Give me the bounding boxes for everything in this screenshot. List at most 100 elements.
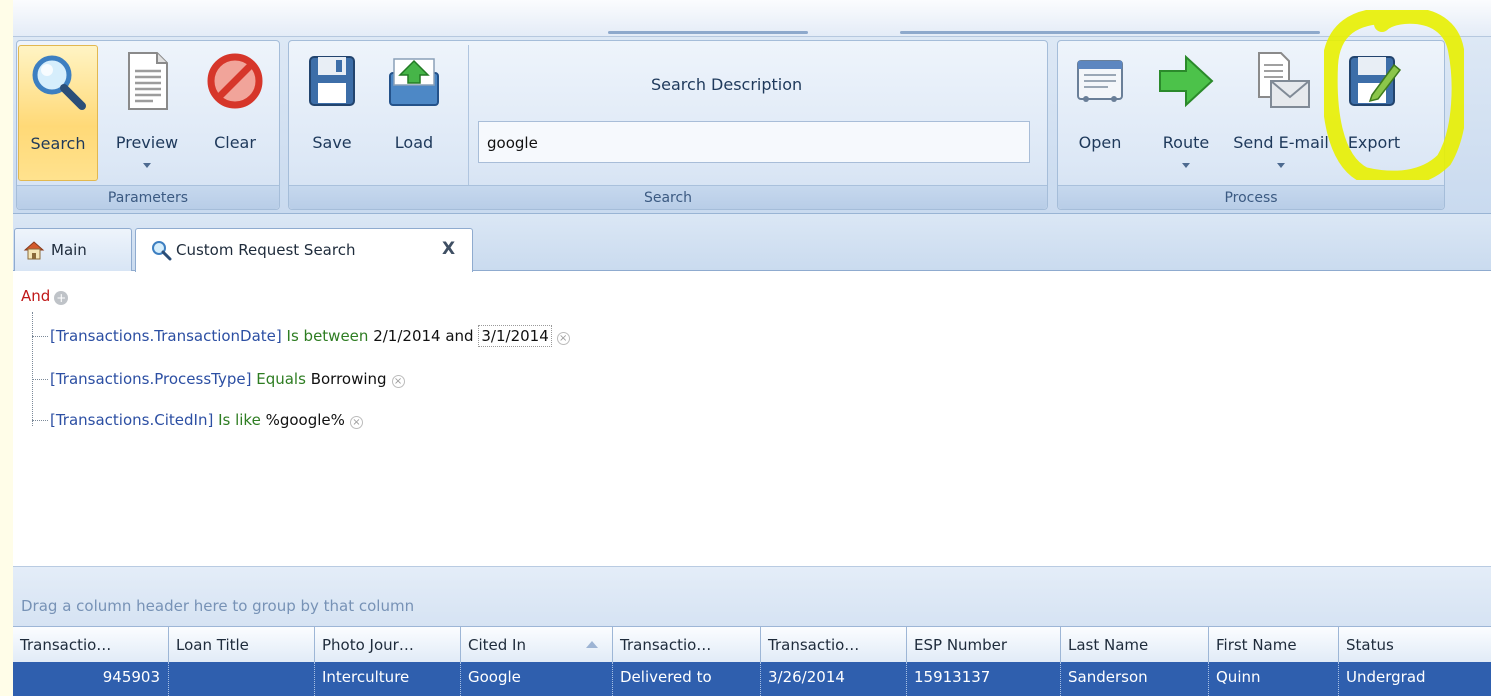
clear-button-label: Clear [214, 133, 256, 152]
filter-condition: [Transactions.ProcessType] Equals Borrow… [32, 370, 405, 388]
open-record-icon [1077, 60, 1123, 102]
search-button[interactable]: Search [18, 45, 98, 181]
column-header[interactable]: Transactio… [761, 627, 907, 662]
load-button-label: Load [394, 133, 434, 152]
send-email-button[interactable]: Send E-mail [1230, 45, 1332, 181]
condition-operator[interactable]: Equals [256, 370, 306, 388]
condition-value[interactable]: Borrowing [311, 370, 387, 388]
parameters-group-label: Parameters [17, 185, 279, 209]
group-by-hint: Drag a column header here to group by th… [21, 597, 415, 615]
column-header[interactable]: Transactio… [13, 627, 169, 662]
search-icon [152, 241, 172, 261]
search-description-input[interactable]: google [478, 121, 1030, 163]
export-button-label: Export [1347, 133, 1401, 152]
table-cell[interactable]: Interculture [315, 662, 461, 696]
load-button[interactable]: Load [379, 45, 449, 181]
title-strip-highlight [608, 31, 808, 34]
floppy-disk-icon [309, 56, 355, 106]
group-separator [468, 45, 469, 185]
table-cell[interactable]: Undergrad [1339, 662, 1491, 696]
process-group-label: Process [1058, 185, 1444, 209]
route-button-label: Route [1162, 133, 1210, 152]
filter-group-operator[interactable]: And + [21, 287, 69, 305]
condition-field[interactable]: [Transactions.TransactionDate] [50, 327, 282, 345]
preview-dropdown-arrow-icon[interactable] [143, 163, 151, 168]
search-group: Save Load Search Description google Sear… [288, 40, 1048, 210]
envelope-icon [1258, 52, 1310, 108]
column-header[interactable]: Photo Jour… [315, 627, 461, 662]
search-description-label: Search Description [651, 75, 803, 94]
remove-condition-icon[interactable]: × [556, 332, 570, 345]
table-cell[interactable]: 3/26/2014 [761, 662, 907, 696]
table-cell[interactable]: 15913137 [907, 662, 1061, 696]
filter-condition: [Transactions.TransactionDate] Is betwee… [32, 325, 570, 347]
condition-field[interactable]: [Transactions.CitedIn] [50, 411, 213, 429]
magnifier-icon [32, 55, 86, 110]
search-button-label: Search [30, 134, 86, 153]
tree-connector [32, 420, 48, 421]
preview-button-label: Preview [115, 133, 179, 152]
no-entry-icon [207, 53, 263, 109]
column-header[interactable]: First Name [1209, 627, 1339, 662]
column-header[interactable]: ESP Number [907, 627, 1061, 662]
tab-custom-request-search-label: Custom Request Search [176, 241, 356, 259]
export-disk-pencil-icon [1349, 56, 1402, 106]
condition-field[interactable]: [Transactions.ProcessType] [50, 370, 251, 388]
tab-main-label: Main [51, 241, 87, 259]
condition-value[interactable]: 3/1/2014 [478, 325, 552, 347]
table-cell[interactable]: Quinn [1209, 662, 1339, 696]
group-by-panel[interactable]: Drag a column header here to group by th… [13, 566, 1491, 626]
search-group-label: Search [289, 185, 1047, 209]
table-cell[interactable]: Sanderson [1061, 662, 1209, 696]
send-email-button-label: Send E-mail [1233, 133, 1329, 152]
grid-header: Transactio… Loan Title Photo Jour… Cited… [13, 626, 1491, 662]
document-icon [128, 52, 168, 110]
column-header-label: Cited In [468, 636, 526, 654]
table-cell[interactable]: 945903 [13, 662, 169, 696]
column-header[interactable]: Status [1339, 627, 1491, 662]
save-button[interactable]: Save [297, 45, 367, 181]
route-button[interactable]: Route [1150, 45, 1222, 181]
condition-joiner: and [445, 327, 474, 345]
table-row-selected[interactable]: 945903 Interculture Google Delivered to … [13, 662, 1491, 696]
tree-connector [32, 379, 48, 380]
save-button-label: Save [312, 133, 352, 152]
app-window: Search Preview Clear Parameters Save Loa… [13, 0, 1491, 696]
title-strip [13, 0, 1491, 37]
table-cell[interactable] [169, 662, 315, 696]
add-condition-icon[interactable]: + [54, 291, 69, 305]
tree-connector [32, 336, 48, 337]
green-arrow-icon [1159, 54, 1214, 108]
filter-condition: [Transactions.CitedIn] Is like %google% × [32, 411, 363, 429]
send-email-dropdown-arrow-icon[interactable] [1277, 163, 1285, 168]
table-cell[interactable]: Delivered to [613, 662, 761, 696]
sort-ascending-icon [586, 641, 598, 648]
open-button-label: Open [1078, 133, 1122, 152]
condition-value[interactable]: %google% [266, 411, 345, 429]
parameters-group: Search Preview Clear Parameters [16, 40, 280, 210]
process-group: Open Route Send E-mail Export Process [1057, 40, 1445, 210]
remove-condition-icon[interactable]: × [391, 375, 405, 388]
open-button[interactable]: Open [1062, 45, 1138, 181]
condition-operator[interactable]: Is like [218, 411, 261, 429]
clear-button[interactable]: Clear [195, 45, 275, 181]
column-header[interactable]: Loan Title [169, 627, 315, 662]
column-header-sorted[interactable]: Cited In [461, 627, 613, 662]
load-folder-icon [389, 58, 439, 106]
tab-custom-request-search[interactable]: Custom Request Search X [135, 228, 473, 272]
column-header[interactable]: Last Name [1061, 627, 1209, 662]
export-button[interactable]: Export [1330, 45, 1418, 181]
and-operator[interactable]: And [21, 287, 50, 305]
close-tab-icon[interactable]: X [442, 239, 455, 259]
condition-operator[interactable]: Is between [287, 327, 369, 345]
remove-condition-icon[interactable]: × [349, 416, 363, 429]
tab-main[interactable]: Main [14, 228, 132, 271]
preview-button[interactable]: Preview [107, 45, 187, 181]
table-cell[interactable]: Google [461, 662, 613, 696]
ribbon: Search Preview Clear Parameters Save Loa… [13, 37, 1491, 214]
route-dropdown-arrow-icon[interactable] [1182, 163, 1190, 168]
title-strip-highlight [900, 31, 1320, 34]
column-header[interactable]: Transactio… [613, 627, 761, 662]
condition-value[interactable]: 2/1/2014 [373, 327, 440, 345]
document-tab-bar: Main Custom Request Search X [13, 214, 1491, 272]
